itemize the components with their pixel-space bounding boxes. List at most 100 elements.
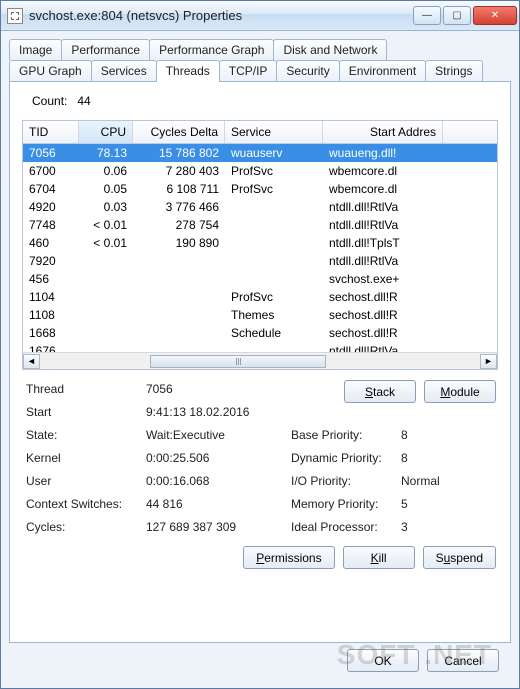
tab-gpu-graph[interactable]: GPU Graph: [9, 60, 92, 82]
cell-addr: sechost.dll!R: [323, 325, 443, 341]
cell-cpu: [79, 278, 133, 280]
thread-label: Thread: [26, 382, 146, 396]
scroll-left-arrow[interactable]: ◄: [23, 354, 40, 369]
baseprio-value: 8: [401, 428, 481, 442]
ok-button[interactable]: OK: [347, 649, 419, 672]
module-button[interactable]: Module: [424, 380, 496, 403]
close-button[interactable]: ✕: [473, 6, 517, 25]
cell-addr: ntdll.dll!RtlVa: [323, 199, 443, 215]
cycles-label: Cycles:: [26, 520, 146, 534]
cell-cycles: [133, 332, 225, 334]
tab-strings[interactable]: Strings: [425, 60, 482, 82]
table-row[interactable]: 1104ProfSvcsechost.dll!R: [23, 288, 497, 306]
col-service[interactable]: Service: [225, 121, 323, 143]
table-row[interactable]: 460< 0.01190 890ntdll.dll!TplsT: [23, 234, 497, 252]
cancel-button[interactable]: Cancel: [427, 649, 499, 672]
cell-tid: 7920: [23, 253, 79, 269]
table-row[interactable]: 7748< 0.01278 754ntdll.dll!RtlVa: [23, 216, 497, 234]
memprio-value: 5: [401, 497, 481, 511]
tab-performance[interactable]: Performance: [61, 39, 150, 60]
table-row[interactable]: 7920 ntdll.dll!RtlVa: [23, 252, 497, 270]
cell-tid: 6704: [23, 181, 79, 197]
permissions-button[interactable]: Permissions: [243, 546, 334, 569]
idealproc-label: Ideal Processor:: [291, 520, 401, 534]
col-startaddr[interactable]: Start Addres: [323, 121, 443, 143]
tab-services[interactable]: Services: [91, 60, 157, 82]
table-header: TID CPU Cycles Delta Service Start Addre…: [23, 121, 497, 144]
window-title: svchost.exe:804 (netsvcs) Properties: [29, 8, 413, 23]
tab-disk-network[interactable]: Disk and Network: [273, 39, 387, 60]
col-cycles[interactable]: Cycles Delta: [133, 121, 225, 143]
cell-tid: 7748: [23, 217, 79, 233]
ctxsw-value: 44 816: [146, 497, 291, 511]
scroll-track[interactable]: [40, 354, 480, 369]
cell-addr: ntdll.dll!RtlVa: [323, 343, 443, 352]
cell-cpu: 0.03: [79, 199, 133, 215]
thread-value: 7056: [146, 382, 291, 396]
cell-addr: ntdll.dll!RtlVa: [323, 253, 443, 269]
minimize-button[interactable]: ―: [413, 6, 441, 25]
maximize-button[interactable]: ▢: [443, 6, 471, 25]
cell-cpu: < 0.01: [79, 235, 133, 251]
tab-threads[interactable]: Threads: [156, 60, 220, 82]
cell-addr: svchost.exe+: [323, 271, 443, 287]
titlebar[interactable]: svchost.exe:804 (netsvcs) Properties ― ▢…: [1, 1, 519, 31]
table-row[interactable]: 49200.033 776 466ntdll.dll!RtlVa: [23, 198, 497, 216]
table-body: 705678.1315 786 802wuauservwuaueng.dll!6…: [23, 144, 497, 352]
ioprio-label: I/O Priority:: [291, 474, 401, 488]
cell-addr: wbemcore.dl: [323, 181, 443, 197]
cell-service: [225, 242, 323, 244]
kill-button[interactable]: Kill: [343, 546, 415, 569]
threads-table: TID CPU Cycles Delta Service Start Addre…: [22, 120, 498, 370]
cell-addr: ntdll.dll!RtlVa: [323, 217, 443, 233]
dynprio-label: Dynamic Priority:: [291, 451, 401, 465]
horizontal-scrollbar[interactable]: ◄ ►: [23, 352, 497, 369]
cell-cpu: 78.13: [79, 145, 133, 161]
table-row[interactable]: 705678.1315 786 802wuauservwuaueng.dll!: [23, 144, 497, 162]
tab-tcpip[interactable]: TCP/IP: [219, 60, 278, 82]
idealproc-value: 3: [401, 520, 481, 534]
table-row[interactable]: 1108Themessechost.dll!R: [23, 306, 497, 324]
content-area: Image Performance Performance Graph Disk…: [1, 31, 519, 688]
table-row[interactable]: 1668Schedulesechost.dll!R: [23, 324, 497, 342]
ctxsw-label: Context Switches:: [26, 497, 146, 511]
table-row[interactable]: 456svchost.exe+: [23, 270, 497, 288]
ioprio-value: Normal: [401, 474, 481, 488]
cell-cpu: [79, 314, 133, 316]
cell-cycles: 190 890: [133, 235, 225, 251]
state-label: State:: [26, 428, 146, 442]
table-row[interactable]: 67000.067 280 403ProfSvcwbemcore.dl: [23, 162, 497, 180]
cell-service: wuauserv: [225, 145, 323, 161]
scroll-right-arrow[interactable]: ►: [480, 354, 497, 369]
start-label: Start: [26, 405, 146, 419]
suspend-button[interactable]: Suspend: [423, 546, 496, 569]
tab-image[interactable]: Image: [9, 39, 62, 60]
cell-addr: ntdll.dll!TplsT: [323, 235, 443, 251]
scroll-thumb[interactable]: [150, 355, 326, 368]
cell-cycles: 278 754: [133, 217, 225, 233]
tab-environment[interactable]: Environment: [339, 60, 426, 82]
cell-tid: 1108: [23, 307, 79, 323]
stack-button[interactable]: Stack: [344, 380, 416, 403]
baseprio-label: Base Priority:: [291, 428, 401, 442]
cell-service: [225, 260, 323, 262]
col-cpu[interactable]: CPU: [79, 121, 133, 143]
dynprio-value: 8: [401, 451, 481, 465]
table-row[interactable]: 1676 ntdll.dll!RtlVa: [23, 342, 497, 352]
cell-cycles: [133, 278, 225, 280]
cell-cycles: [133, 260, 225, 262]
cell-cycles: [133, 296, 225, 298]
kernel-label: Kernel: [26, 451, 146, 465]
window-buttons: ― ▢ ✕: [413, 6, 517, 25]
cell-addr: wuaueng.dll!: [323, 145, 443, 161]
cell-addr: sechost.dll!R: [323, 307, 443, 323]
cell-cpu: [79, 332, 133, 334]
tab-performance-graph[interactable]: Performance Graph: [149, 39, 274, 60]
user-label: User: [26, 474, 146, 488]
cell-cycles: 6 108 711: [133, 181, 225, 197]
cell-tid: 1676: [23, 343, 79, 352]
table-row[interactable]: 67040.056 108 711ProfSvcwbemcore.dl: [23, 180, 497, 198]
tab-security[interactable]: Security: [276, 60, 339, 82]
cell-cpu: 0.05: [79, 181, 133, 197]
col-tid[interactable]: TID: [23, 121, 79, 143]
